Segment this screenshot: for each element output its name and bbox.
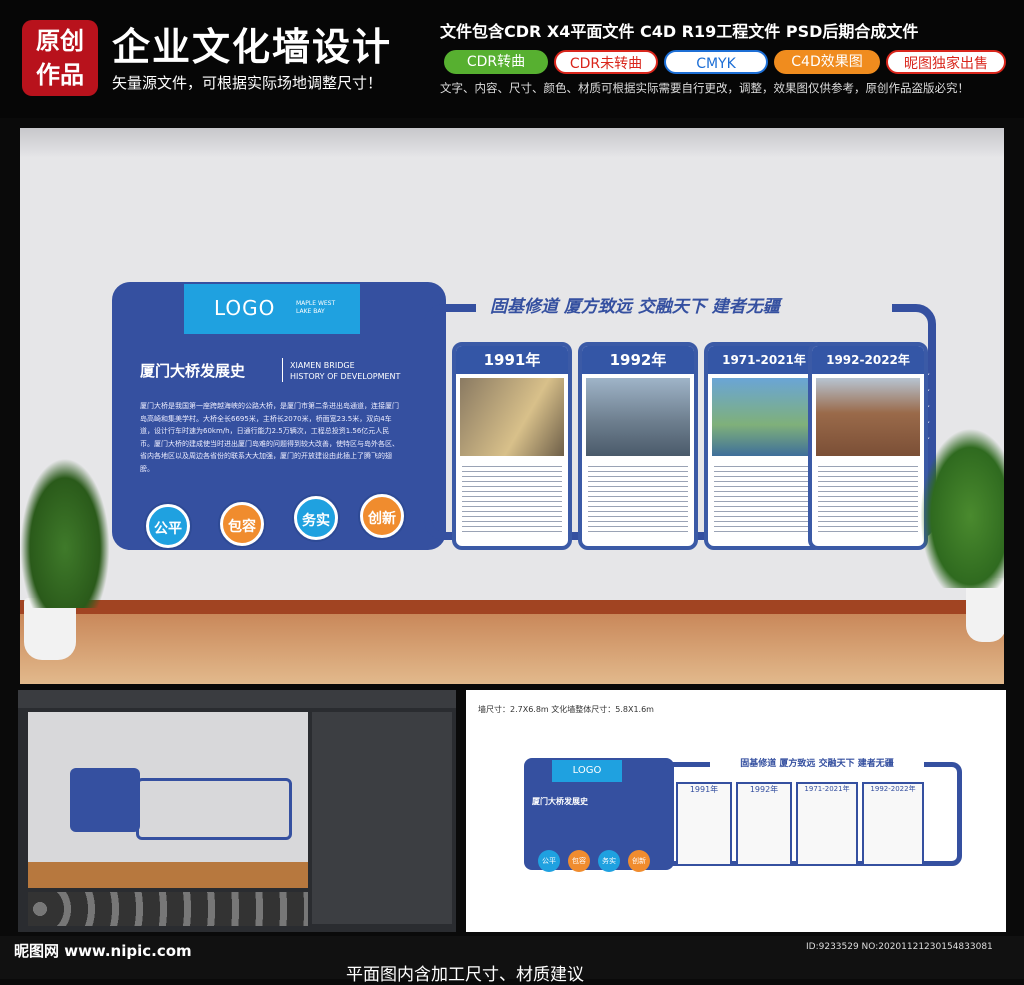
value-circle-pragmatic: 务实 [294, 496, 338, 540]
footer-caption: 平面图内含加工尺寸、材质建议 [346, 965, 584, 985]
tag-cdr-uncurved: CDR未转曲 [554, 50, 658, 74]
card-text [714, 462, 814, 534]
value-circle-fair: 公平 [146, 504, 190, 548]
drawing-logo: LOGO [552, 760, 622, 782]
card-text [588, 462, 688, 534]
card-year: 1991年 [456, 346, 568, 374]
timeline-card-1992: 1992年 [578, 342, 698, 550]
heading-divider [282, 358, 283, 382]
c4d-software-screenshot [18, 690, 456, 932]
drawing-slogan: 固基修道 厦方致远 交融天下 建者无疆 [710, 756, 924, 770]
heading-en-line-2: HISTORY OF DEVELOPMENT [290, 372, 401, 381]
badge-line-2: 作品 [36, 61, 84, 89]
floor [20, 614, 1004, 684]
right-plant [920, 428, 1004, 588]
drawing-value-fair: 公平 [538, 850, 560, 872]
drawing-heading: 厦门大桥发展史 [532, 797, 588, 806]
ceiling [20, 128, 1004, 158]
slogan-bar: 固基修道 厦方致远 交融天下 建者无疆 [476, 290, 892, 318]
logo-text: LOGO [214, 296, 276, 320]
drawing-value-pragmatic: 务实 [598, 850, 620, 872]
mini-intro-panel [70, 768, 140, 832]
tag-cmyk: CMYK [664, 50, 768, 74]
original-badge: 原创 作品 [22, 20, 98, 96]
drawing-value-inclusive: 包容 [568, 850, 590, 872]
heading-en-line-1: XIAMEN BRIDGE [290, 361, 355, 370]
timeline-card-1991: 1991年 [452, 342, 572, 550]
c4d-object-panel [312, 712, 452, 924]
heading-en: XIAMEN BRIDGE HISTORY OF DEVELOPMENT [290, 360, 400, 382]
flat-dimension-drawing: 墙尺寸：2.7X6.8m 文化墙整体尺寸：5.8X1.6m LOGO 厦门大桥发… [466, 690, 1006, 932]
card-year: 1992年 [582, 346, 694, 374]
drawing-card-1971-2021: 1971-2021年 [796, 782, 858, 866]
site-watermark: 昵图网 www.nipic.com [14, 942, 192, 960]
wall-molding [20, 600, 1004, 614]
logo-subtext: MAPLE WEST LAKE BAY [296, 300, 336, 315]
c4d-viewport [28, 712, 308, 888]
timeline-card-1992-2022: 1992-2022年 [808, 342, 928, 550]
card-year: 1971-2021年 [708, 346, 820, 374]
card-photo [460, 378, 564, 456]
product-title: 企业文化墙设计 [112, 25, 393, 69]
value-circle-innovation: 创新 [360, 494, 404, 538]
card-photo [816, 378, 920, 456]
intro-text: 厦门大桥是我国第一座跨越海峡的公路大桥，是厦门市第二条进出岛通道，连接厦门岛高崎… [140, 402, 399, 473]
card-text [462, 462, 562, 534]
tag-cdr-curves: CDR转曲 [444, 50, 548, 74]
card-photo [712, 378, 816, 456]
c4d-material-bar [28, 892, 308, 926]
usage-notice: 文字、内容、尺寸、颜色、材质可根据实际需要自行更改，调整，效果图仅供参考，原创作… [440, 81, 969, 95]
drawing-card-1991: 1991年 [676, 782, 732, 866]
card-text [818, 462, 918, 534]
slogan: 固基修道 厦方致远 交融天下 建者无疆 [490, 297, 780, 317]
left-plant [20, 458, 110, 608]
drawing-card-1992: 1992年 [736, 782, 792, 866]
c4d-menu-bar [18, 690, 456, 708]
header-banner: 原创 作品 企业文化墙设计 矢量源文件，可根据实际场地调整尺寸！ 文件包含CDR… [0, 0, 1024, 118]
card-photo [586, 378, 690, 456]
drawing-card-1992-2022: 1992-2022年 [862, 782, 924, 866]
badge-line-1: 原创 [36, 27, 84, 55]
value-circle-inclusive: 包容 [220, 502, 264, 546]
product-subtitle: 矢量源文件，可根据实际场地调整尺寸！ [112, 74, 383, 92]
tag-exclusive: 昵图独家出售 [886, 50, 1006, 74]
wall-render: LOGO MAPLE WEST LAKE BAY 厦门大桥发展史 XIAMEN … [20, 128, 1004, 684]
timeline-card-1971-2021: 1971-2021年 [704, 342, 824, 550]
card-year: 1992-2022年 [812, 346, 924, 374]
image-id: ID:9233529 NO:20201121230154833081 [806, 942, 993, 952]
size-note: 墙尺寸：2.7X6.8m 文化墙整体尺寸：5.8X1.6m [478, 705, 654, 714]
file-formats: 文件包含CDR X4平面文件 C4D R19工程文件 PSD后期合成文件 [440, 22, 919, 41]
logo-block: LOGO MAPLE WEST LAKE BAY [184, 284, 360, 334]
mini-floor [28, 862, 308, 888]
tag-c4d-render: C4D效果图 [774, 50, 880, 74]
footer-bar: 昵图网 www.nipic.com ID:9233529 NO:20201121… [0, 936, 1024, 985]
mini-frame [136, 778, 292, 840]
drawing-value-innovation: 创新 [628, 850, 650, 872]
heading-cn: 厦门大桥发展史 [140, 362, 246, 380]
